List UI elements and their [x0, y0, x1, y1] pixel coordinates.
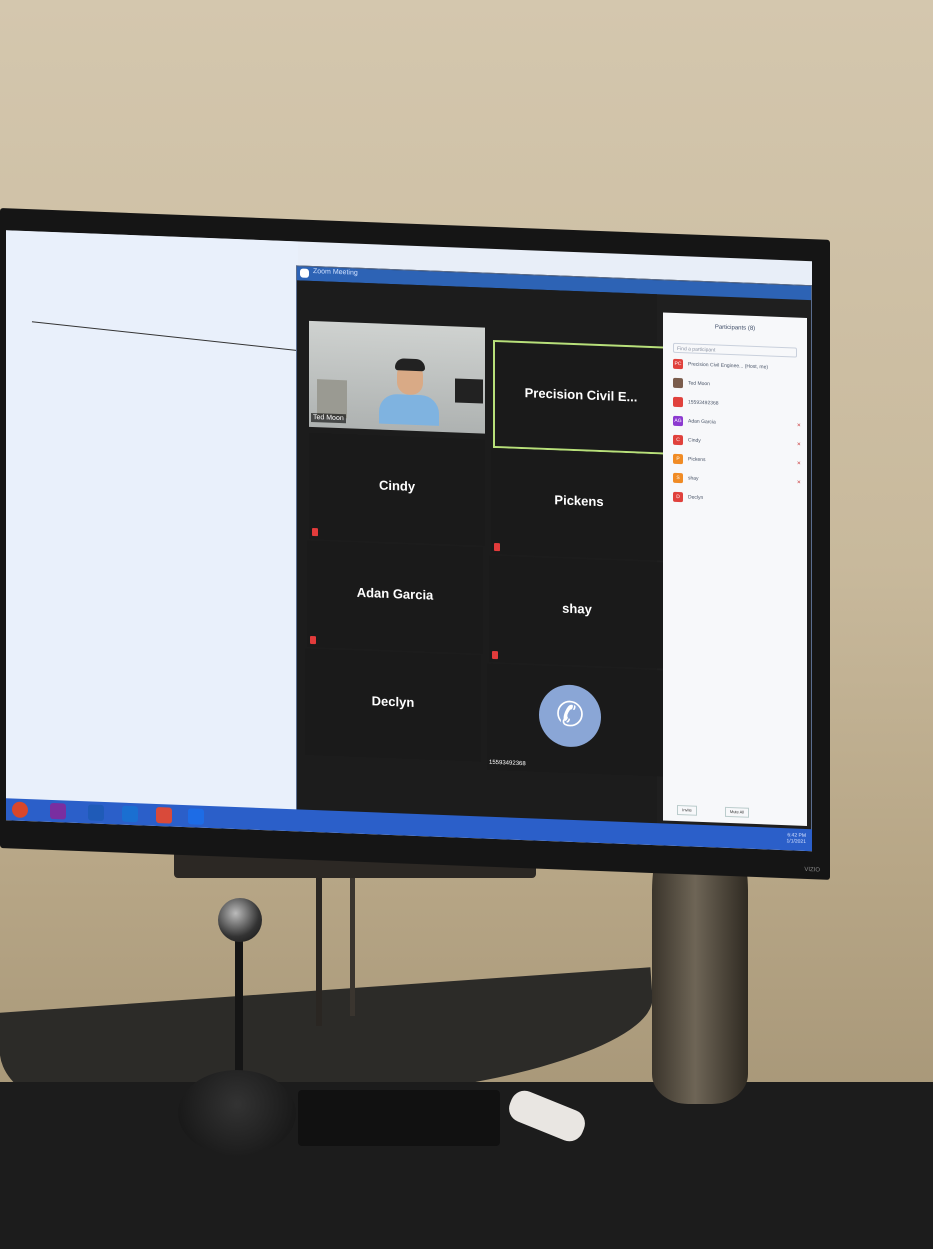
participant-name: 15593492368 — [688, 399, 719, 407]
invite-button[interactable]: Invite — [677, 805, 697, 816]
person-body — [379, 393, 439, 426]
video-tile-declyn[interactable]: Declyn — [305, 648, 481, 762]
participant-name: Declyn — [688, 494, 704, 502]
taskbar-clock[interactable]: 6:42 PM 1/1/2021 — [787, 832, 806, 845]
photo-scene: Zoom Meeting Ted Moon Precision Civil E.… — [0, 0, 933, 1249]
participant-avatar: C — [673, 434, 683, 446]
clock-date: 1/1/2021 — [786, 838, 806, 845]
camera-stand — [235, 930, 243, 1080]
person-hair — [395, 358, 425, 372]
participant-name: Ted Moon — [688, 380, 710, 388]
participant-avatar: AG — [673, 415, 683, 427]
powerpoint-icon[interactable] — [12, 801, 28, 819]
tile-name: Adan Garcia — [356, 584, 434, 603]
video-tile-precision-civil[interactable]: Precision Civil E... — [493, 339, 669, 455]
gallery-view: Ted Moon Precision Civil E... Cindy Pick… — [297, 280, 669, 825]
tile-name: 15593492368 — [489, 759, 526, 768]
muted-mic-icon — [492, 650, 498, 660]
cable — [350, 876, 355, 1016]
participant-row[interactable]: 15593492368 — [673, 396, 801, 414]
tile-name: Cindy — [378, 477, 416, 494]
document-rule — [31, 321, 298, 351]
muted-mic-icon — [310, 635, 316, 645]
zoom-icon[interactable] — [188, 808, 204, 825]
participant-avatar — [673, 396, 683, 408]
video-tile-pickens[interactable]: Pickens — [491, 447, 667, 561]
participant-row[interactable]: PC Precision Civil Enginee... (Host, me) — [673, 358, 801, 376]
tile-name: Pickens — [554, 492, 604, 510]
set-top-box — [298, 1090, 500, 1146]
background-monitor — [455, 378, 483, 404]
participant-name: Cindy — [688, 437, 701, 444]
muted-mic-icon: ✕ — [796, 422, 801, 429]
participant-row[interactable]: Ted Moon — [673, 377, 801, 395]
muted-mic-icon: ✕ — [796, 460, 801, 467]
outlook-icon[interactable] — [122, 805, 138, 823]
tile-name: Precision Civil E... — [524, 385, 638, 405]
document-window — [6, 230, 298, 810]
zoom-window[interactable]: Zoom Meeting Ted Moon Precision Civil E.… — [296, 265, 812, 832]
participant-name: Pickens — [688, 456, 706, 464]
tv-brand-logo: VIZIO — [804, 866, 820, 874]
speakerphone — [178, 1070, 296, 1156]
participant-row[interactable]: S shay ✕ — [673, 472, 801, 490]
participant-name: Adan Garcia — [688, 418, 716, 426]
files-icon[interactable] — [156, 806, 172, 824]
zoom-window-title: Zoom Meeting — [313, 268, 358, 277]
participant-search-input[interactable]: Find a participant — [673, 342, 797, 358]
participant-row[interactable]: P Pickens ✕ — [673, 453, 801, 471]
participant-name: Precision Civil Enginee... (Host, me) — [688, 361, 769, 371]
tile-name: Declyn — [371, 693, 415, 710]
participant-row[interactable]: D Declyn — [673, 491, 801, 509]
participants-panel: Participants (8) Find a participant PC P… — [663, 312, 807, 827]
participants-title: Participants (8) — [714, 324, 756, 333]
participant-avatar: S — [673, 472, 683, 484]
video-tile-phone[interactable]: ✆ 15593492368 — [487, 663, 663, 777]
phone-avatar: ✆ — [539, 683, 601, 749]
tv-screen: Zoom Meeting Ted Moon Precision Civil E.… — [6, 230, 812, 852]
tile-name-label: Ted Moon — [311, 412, 346, 424]
zoom-logo-icon — [300, 268, 309, 278]
participant-avatar: D — [673, 491, 683, 503]
cable — [316, 876, 322, 1026]
word-icon[interactable] — [88, 804, 104, 821]
participant-name: shay — [688, 475, 699, 482]
mute-all-button[interactable]: Mute All — [725, 806, 749, 818]
video-tile-ted-moon[interactable]: Ted Moon — [309, 320, 485, 434]
participant-avatar: P — [673, 453, 683, 465]
muted-mic-icon — [312, 527, 318, 537]
muted-mic-icon: ✕ — [796, 479, 801, 486]
video-tile-shay[interactable]: shay — [489, 555, 665, 669]
phone-icon: ✆ — [555, 695, 585, 735]
tile-name: shay — [562, 600, 592, 617]
muted-mic-icon: ✕ — [796, 441, 801, 448]
video-tile-cindy[interactable]: Cindy — [309, 432, 485, 546]
video-tile-adan-garcia[interactable]: Adan Garcia — [307, 540, 483, 654]
tv: Zoom Meeting Ted Moon Precision Civil E.… — [0, 208, 830, 880]
muted-mic-icon — [494, 542, 500, 552]
webcam — [218, 898, 262, 942]
participant-row[interactable]: C Cindy ✕ — [673, 434, 801, 452]
participant-avatar — [673, 377, 683, 389]
participant-avatar: PC — [673, 358, 683, 370]
participant-row[interactable]: AG Adan Garcia ✕ — [673, 415, 801, 433]
onenote-icon[interactable] — [50, 802, 66, 820]
